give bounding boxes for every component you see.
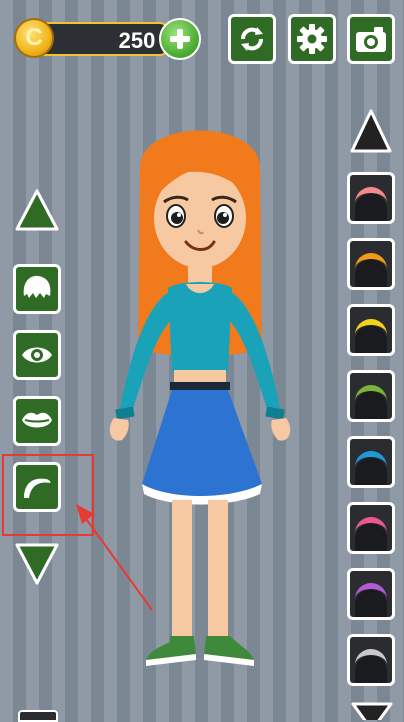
lips-icon bbox=[22, 412, 52, 428]
hair-color-item[interactable] bbox=[347, 436, 395, 488]
camera-icon bbox=[356, 27, 386, 52]
hair-color-item[interactable] bbox=[347, 172, 395, 224]
character bbox=[109, 130, 291, 666]
character-shirt bbox=[168, 282, 232, 372]
refresh-button[interactable] bbox=[228, 14, 276, 64]
category-lips-button[interactable] bbox=[13, 396, 61, 446]
refresh-icon bbox=[241, 27, 263, 51]
character-eye-right bbox=[217, 212, 229, 224]
hair-color-swatch bbox=[355, 451, 387, 481]
character-eye-left bbox=[171, 212, 183, 224]
camera-button[interactable] bbox=[347, 14, 395, 64]
eye-icon bbox=[22, 347, 52, 363]
hair-color-item[interactable] bbox=[347, 238, 395, 290]
category-down-arrow[interactable] bbox=[14, 542, 60, 586]
plus-icon bbox=[170, 29, 190, 49]
partial-item-bottom-left bbox=[18, 710, 58, 722]
hair-color-item[interactable] bbox=[347, 304, 395, 356]
hair-color-item[interactable] bbox=[347, 634, 395, 686]
hair-color-item[interactable] bbox=[347, 502, 395, 554]
hair-color-item[interactable] bbox=[347, 568, 395, 620]
hair-color-swatch bbox=[355, 583, 387, 613]
hair-color-swatch bbox=[355, 253, 387, 283]
category-up-arrow[interactable] bbox=[14, 188, 60, 232]
hair-icon bbox=[23, 275, 51, 298]
hair-color-swatch bbox=[355, 319, 387, 349]
coin-track: 250 bbox=[36, 22, 168, 56]
settings-button[interactable] bbox=[288, 14, 336, 64]
coin-counter: 250 C bbox=[14, 18, 168, 60]
hair-color-swatch bbox=[355, 649, 387, 679]
character-skirt bbox=[142, 390, 262, 496]
hair-up-arrow[interactable] bbox=[349, 108, 393, 154]
category-eyes-button[interactable] bbox=[13, 330, 61, 380]
hair-down-arrow[interactable] bbox=[350, 700, 394, 720]
gear-icon bbox=[297, 24, 327, 54]
category-hair-button[interactable] bbox=[13, 264, 61, 314]
hair-color-swatch bbox=[355, 517, 387, 547]
hair-color-swatch bbox=[355, 385, 387, 415]
add-coins-button[interactable] bbox=[159, 18, 201, 60]
hair-color-item[interactable] bbox=[347, 370, 395, 422]
hair-color-swatch bbox=[355, 187, 387, 217]
coin-icon: C bbox=[14, 18, 54, 58]
